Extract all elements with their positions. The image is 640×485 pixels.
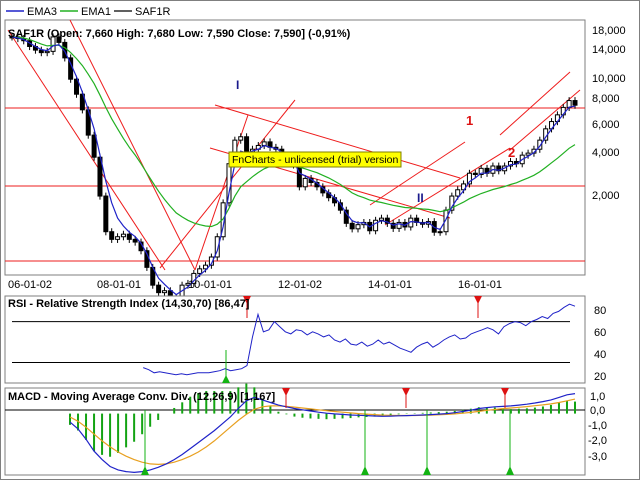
candle-body [455, 189, 461, 197]
candle-body [572, 100, 578, 106]
date-tick-0: 06-01-02 [8, 279, 52, 291]
candle-body [115, 236, 121, 240]
price-tick-6000: 6,000 [592, 119, 620, 131]
price-tick-8000: 8,000 [592, 93, 620, 105]
candle-body [378, 217, 384, 221]
wave-label-2: 2 [508, 145, 515, 160]
fncharts-svg: EMA3 EMA1 SAF1R SAF1R (Open: 7,660 High:… [0, 0, 640, 480]
macd-tick-1: 1,0 [590, 391, 605, 403]
price-tick-2000: 2,000 [592, 190, 620, 202]
rsi-title: RSI - Relative Strength Index (14,30,70)… [8, 298, 250, 310]
watermark: FnCharts - unlicensed (trial) version [228, 151, 402, 168]
candle-body [197, 268, 203, 274]
macd-panel: MACD - Moving Average Conv. Div. (12,26,… [4, 383, 607, 476]
candle-body [349, 222, 355, 230]
date-tick-3: 12-01-02 [278, 279, 322, 291]
candle-body [120, 233, 126, 238]
candle-body [437, 231, 443, 234]
date-tick-2: 10-01-01 [188, 279, 232, 291]
candle-body [156, 284, 162, 294]
candle-body [126, 233, 132, 240]
candle-body [302, 177, 308, 188]
rsi-tick-80: 80 [594, 305, 606, 317]
price-header: SAF1R (Open: 7,660 High: 7,680 Low: 7,59… [8, 28, 351, 40]
candle-body [373, 219, 379, 232]
legend: EMA3 EMA1 SAF1R [1, 1, 639, 18]
price-tick-10000: 10,000 [592, 73, 626, 85]
rsi-tick-60: 60 [594, 327, 606, 339]
legend-saf1r-label: SAF1R [135, 6, 171, 18]
candle-body [472, 172, 478, 176]
chart-stage: EMA3 EMA1 SAF1R SAF1R (Open: 7,660 High:… [0, 0, 640, 480]
candle-body [132, 238, 138, 243]
candle-body [103, 195, 109, 233]
macd-axis: 1,0 0,0 -1,0 -2,0 -3,0 [588, 391, 607, 463]
legend-ema3-label: EMA3 [27, 6, 57, 18]
wave-label-II: II [417, 191, 424, 205]
candle-body [91, 134, 97, 158]
macd-tick-m2: -2,0 [588, 435, 607, 447]
candle-body [161, 290, 167, 294]
macd-title: MACD - Moving Average Conv. Div. (12,26,… [8, 391, 275, 403]
macd-tick-m3: -3,0 [588, 451, 607, 463]
date-tick-4: 14-01-01 [368, 279, 412, 291]
date-tick-5: 16-01-01 [458, 279, 502, 291]
price-tick-14000: 14,000 [592, 44, 626, 56]
rsi-tick-40: 40 [594, 349, 606, 361]
price-tick-18000: 18,000 [592, 25, 626, 37]
candle-body [38, 49, 44, 54]
rsi-tick-20: 20 [594, 371, 606, 383]
price-panel: SAF1R (Open: 7,660 High: 7,680 Low: 7,59… [4, 19, 626, 305]
candle-body [238, 136, 244, 141]
candle-body [355, 224, 361, 230]
legend-ema1-label: EMA1 [81, 6, 111, 18]
wave-label-1: 1 [466, 113, 473, 128]
date-tick-1: 08-01-01 [97, 279, 141, 291]
macd-tick-0: 0,0 [590, 405, 605, 417]
wave-label-I: I [236, 78, 239, 92]
price-tick-4000: 4,000 [592, 147, 620, 159]
candle-body [109, 231, 115, 240]
watermark-text: FnCharts - unlicensed (trial) version [232, 154, 398, 166]
rsi-panel: RSI - Relative Strength Index (14,30,70)… [4, 295, 606, 384]
macd-tick-m1: -1,0 [588, 420, 607, 432]
candle-body [44, 50, 50, 54]
